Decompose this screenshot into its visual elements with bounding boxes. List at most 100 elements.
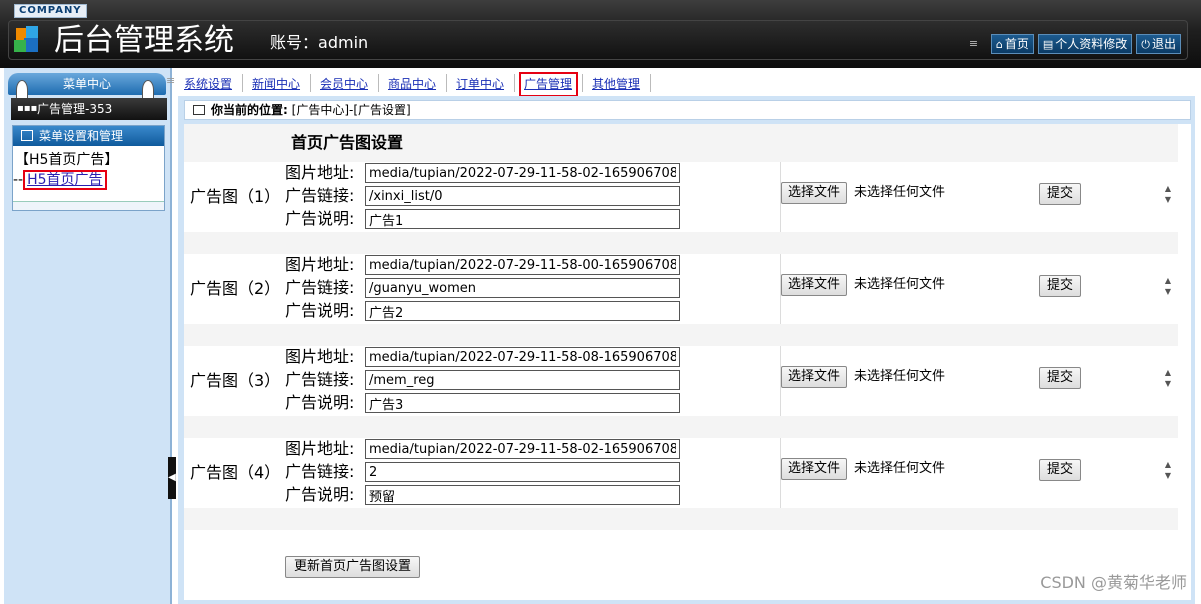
tab-system-settings[interactable]: 系统设置 xyxy=(184,76,232,92)
menu-box: 菜单设置和管理 【H5首页广告】 -- H5首页广告 xyxy=(12,125,165,211)
submit-button[interactable]: 提交 xyxy=(1039,367,1081,389)
image-input[interactable] xyxy=(365,347,680,367)
ad-label: 广告图（3） xyxy=(190,371,281,390)
ad-label: 广告图（1） xyxy=(190,187,281,206)
tab-bar: ≡ 系统设置 新闻中心 会员中心 商品中心 订单中心 广告管理 其他管理 xyxy=(166,68,1201,96)
ad-row: 广告图（1） 图片地址: 广告链接: 广告说明: 选择文件 未选择任何文件 提交… xyxy=(184,162,1178,232)
link-input[interactable] xyxy=(365,370,680,390)
spacer-row xyxy=(184,416,1178,438)
spinner-icon[interactable]: ▲ ▼ xyxy=(1161,183,1175,205)
spinner-icon[interactable]: ▲ ▼ xyxy=(1161,367,1175,389)
main-panel: 你当前的位置: [广告中心]-[广告设置] 首页广告图设置 广告图（1） 图片地… xyxy=(178,96,1195,604)
desc-label: 广告说明: xyxy=(285,485,355,504)
profile-link[interactable]: ▤ 个人资料修改 xyxy=(1037,34,1133,54)
grid-icon: ▪▪▪ xyxy=(17,103,38,114)
pin-icon xyxy=(142,80,154,100)
spacer-row xyxy=(184,324,1178,346)
desc-input[interactable] xyxy=(365,301,680,321)
image-input[interactable] xyxy=(365,439,680,459)
spacer-row xyxy=(184,232,1178,254)
header-links: ≡ ⌂ 首页 ▤ 个人资料修改 ⏻ 退出 xyxy=(969,34,1181,54)
image-input[interactable] xyxy=(365,255,680,275)
book-icon xyxy=(21,130,33,141)
active-tab-highlight xyxy=(519,72,578,97)
tab-divider xyxy=(378,74,379,92)
list-icon: ▤ xyxy=(1042,38,1054,51)
spinner-icon[interactable]: ▲ ▼ xyxy=(1161,459,1175,481)
grip-icon: ≡ xyxy=(166,74,176,87)
file-status: 未选择任何文件 xyxy=(854,277,946,292)
update-settings-button[interactable]: 更新首页广告图设置 xyxy=(285,556,421,578)
choose-file-button[interactable]: 选择文件 xyxy=(781,182,848,204)
image-label: 图片地址: xyxy=(285,439,355,458)
spinner-icon[interactable]: ▲ ▼ xyxy=(1161,275,1175,297)
cube-logo-icon xyxy=(14,26,38,52)
image-label: 图片地址: xyxy=(285,163,355,182)
form-title: 首页广告图设置 xyxy=(291,133,404,152)
tab-divider xyxy=(582,74,583,92)
breadcrumb-label: 你当前的位置: xyxy=(211,103,288,117)
tab-news[interactable]: 新闻中心 xyxy=(252,76,300,92)
sidebar-collapse-handle[interactable]: ◀ xyxy=(168,457,176,499)
account-label: 账号： xyxy=(270,33,319,52)
menu-box-title: 菜单设置和管理 xyxy=(39,129,124,143)
tab-divider xyxy=(446,74,447,92)
tab-divider xyxy=(242,74,243,92)
image-label: 图片地址: xyxy=(285,255,355,274)
menu-item-row: -- H5首页广告 xyxy=(13,170,107,190)
home-icon: ⌂ xyxy=(995,38,1003,51)
watermark: CSDN @黄菊华老师 xyxy=(1040,573,1187,592)
image-label: 图片地址: xyxy=(285,347,355,366)
desc-label: 广告说明: xyxy=(285,209,355,228)
menu-divider xyxy=(13,201,164,210)
tab-other[interactable]: 其他管理 xyxy=(592,76,640,92)
tab-orders[interactable]: 订单中心 xyxy=(456,76,504,92)
tab-divider xyxy=(310,74,311,92)
desc-input[interactable] xyxy=(365,485,680,505)
ad-label: 广告图（2） xyxy=(190,279,281,298)
ad-row: 广告图（2） 图片地址: 广告链接: 广告说明: 选择文件 未选择任何文件 提交… xyxy=(184,254,1178,324)
menu-group-label: 【H5首页广告】 xyxy=(15,152,119,168)
submit-button[interactable]: 提交 xyxy=(1039,459,1081,481)
form-content: 首页广告图设置 广告图（1） 图片地址: 广告链接: 广告说明: 选择文件 未选… xyxy=(184,124,1191,600)
spacer-row xyxy=(184,508,1178,530)
tab-divider xyxy=(514,74,515,92)
ad-row: 广告图（3） 图片地址: 广告链接: 广告说明: 选择文件 未选择任何文件 提交… xyxy=(184,346,1178,416)
menu-item-h5-ad[interactable]: H5首页广告 xyxy=(23,170,107,190)
tab-members[interactable]: 会员中心 xyxy=(320,76,368,92)
home-link[interactable]: ⌂ 首页 xyxy=(990,34,1034,54)
link-input[interactable] xyxy=(365,462,680,482)
link-label: 广告链接: xyxy=(285,462,355,481)
choose-file-button[interactable]: 选择文件 xyxy=(781,458,848,480)
link-input[interactable] xyxy=(365,278,680,298)
submit-button[interactable]: 提交 xyxy=(1039,183,1081,205)
file-status: 未选择任何文件 xyxy=(854,185,946,200)
link-input[interactable] xyxy=(365,186,680,206)
account-info: 账号：admin xyxy=(270,32,368,54)
module-title: ▪▪▪ 广告管理-353 xyxy=(11,98,167,120)
tab-products[interactable]: 商品中心 xyxy=(388,76,436,92)
logout-label: 退出 xyxy=(1151,37,1176,51)
header: COMPANY 后台管理系统 账号：admin ≡ ⌂ 首页 ▤ 个人资料修改 ⏻ 退… xyxy=(0,0,1201,68)
link-label: 广告链接: xyxy=(285,278,355,297)
file-status: 未选择任何文件 xyxy=(854,369,946,384)
link-label: 广告链接: xyxy=(285,186,355,205)
book-icon xyxy=(193,105,205,115)
profile-label: 个人资料修改 xyxy=(1055,37,1128,51)
image-input[interactable] xyxy=(365,163,680,183)
logout-link[interactable]: ⏻ 退出 xyxy=(1136,34,1181,54)
system-title: 后台管理系统 xyxy=(54,23,234,58)
desc-input[interactable] xyxy=(365,209,680,229)
choose-file-button[interactable]: 选择文件 xyxy=(781,274,848,296)
power-icon: ⏻ xyxy=(1141,38,1150,51)
menu-box-header: 菜单设置和管理 xyxy=(13,126,164,146)
company-logo: COMPANY xyxy=(14,4,87,18)
choose-file-button[interactable]: 选择文件 xyxy=(781,366,848,388)
submit-button[interactable]: 提交 xyxy=(1039,275,1081,297)
file-status: 未选择任何文件 xyxy=(854,461,946,476)
module-title-label: 广告管理-353 xyxy=(37,102,113,116)
sidebar: 菜单中心 ▪▪▪ 广告管理-353 菜单设置和管理 【H5首页广告】 -- H5首… xyxy=(4,68,172,604)
desc-label: 广告说明: xyxy=(285,301,355,320)
menu-item-prefix: -- xyxy=(13,172,24,188)
desc-input[interactable] xyxy=(365,393,680,413)
